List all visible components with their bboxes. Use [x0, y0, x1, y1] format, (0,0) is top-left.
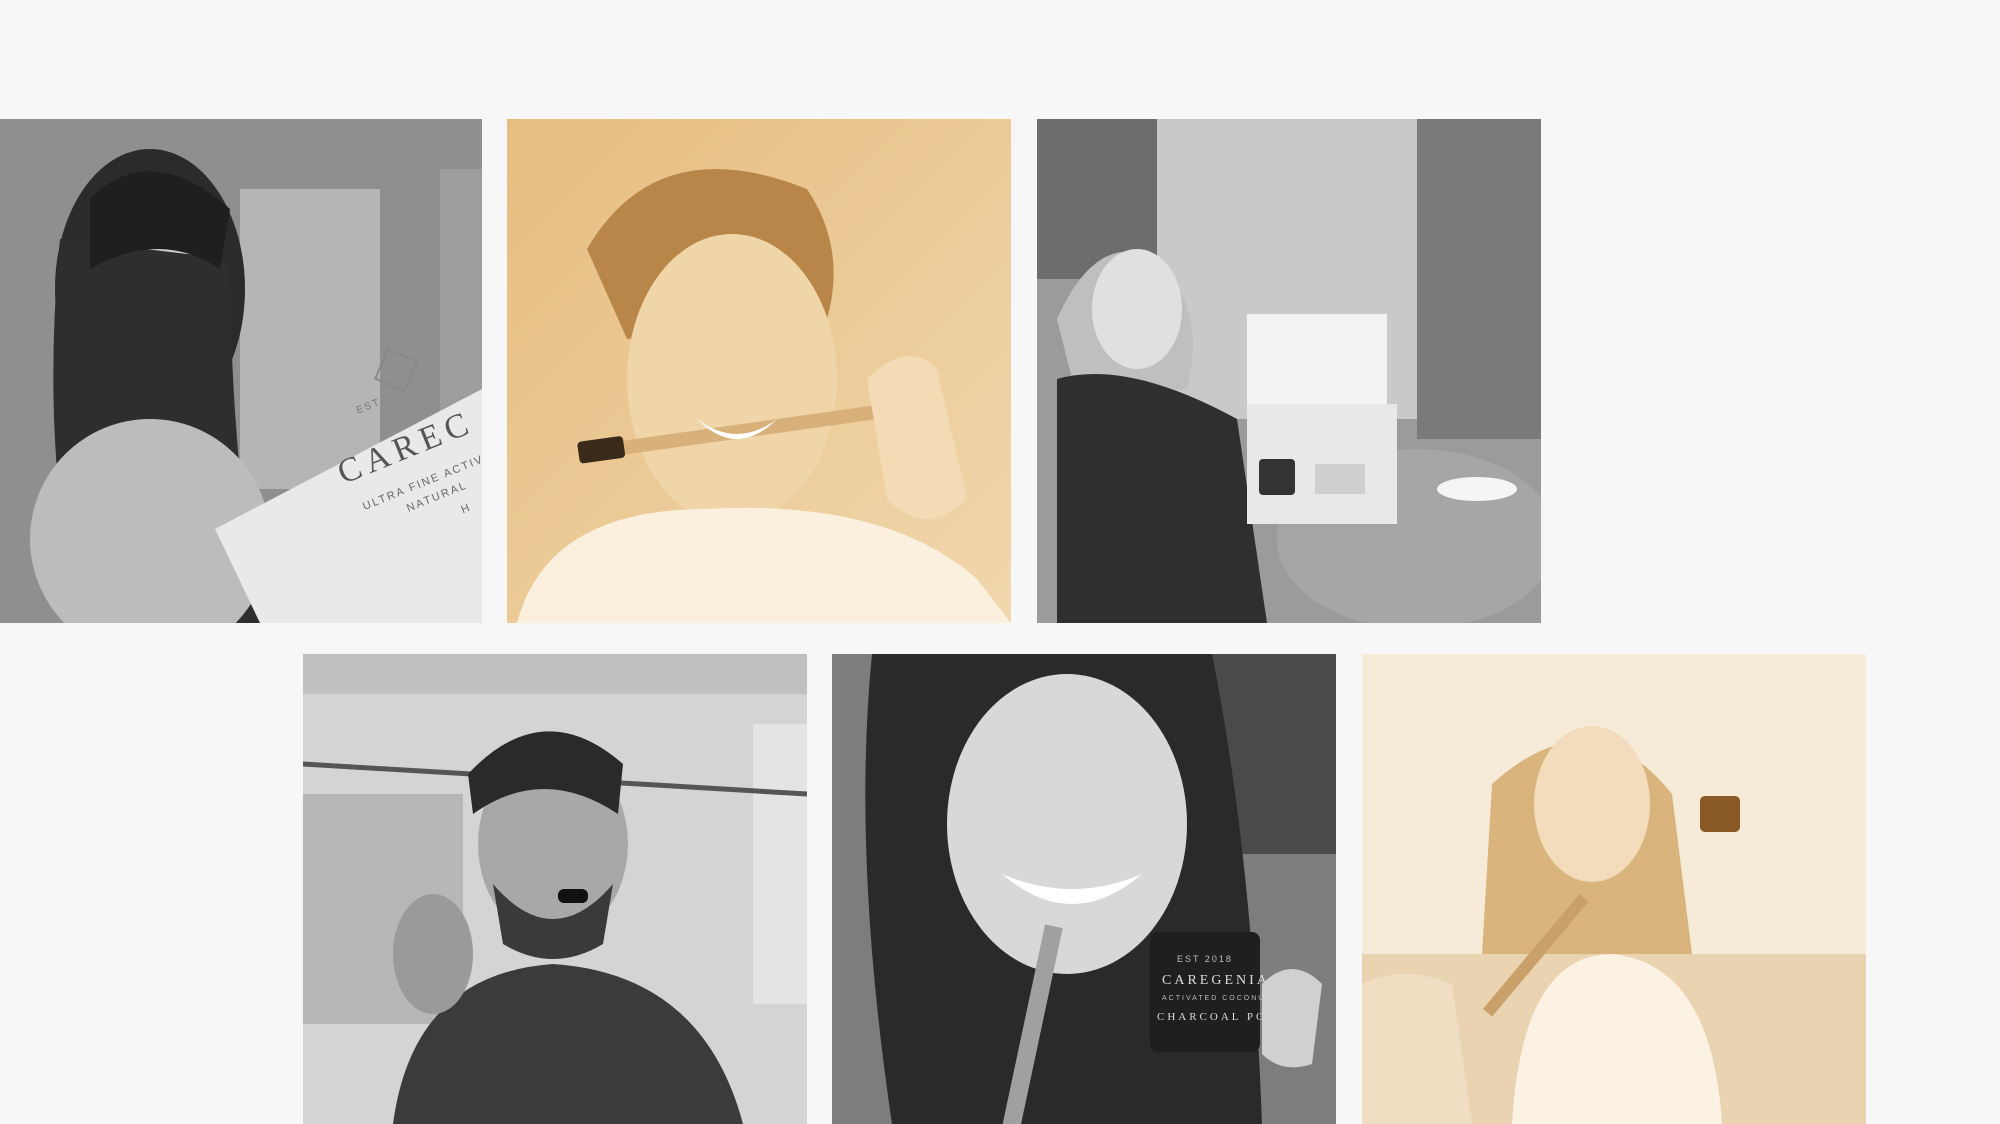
gallery-photo-man-with-toothbrush[interactable] — [507, 119, 1011, 623]
photo-gallery: EST CAREC ULTRA FINE ACTIVAT NATURAL H E… — [0, 0, 2000, 1124]
gallery-photo-woman-with-jar[interactable]: EST 2018 CAREGENIA ACTIVATED COCONUT CHA… — [832, 654, 1336, 1124]
gallery-photo-woman-sepia[interactable] — [1362, 654, 1866, 1124]
jar-brand-text: CAREGENIA — [1162, 973, 1270, 988]
jar-est-text: EST 2018 — [1177, 954, 1233, 964]
photo-man-brushing — [303, 654, 807, 1124]
gallery-photo-woman-with-box[interactable]: EST CAREC ULTRA FINE ACTIVAT NATURAL H — [0, 119, 482, 623]
photo-woman-sepia — [1362, 654, 1866, 1124]
photo-man-with-toothbrush — [507, 119, 1011, 623]
photo-woman-with-kit — [1037, 119, 1541, 623]
photo-woman-with-box: EST CAREC ULTRA FINE ACTIVAT NATURAL H — [0, 119, 482, 623]
photo-woman-with-jar: EST 2018 CAREGENIA ACTIVATED COCONUT CHA… — [832, 654, 1336, 1124]
gallery-photo-man-brushing[interactable] — [303, 654, 807, 1124]
jar-line1-text: ACTIVATED COCONUT — [1162, 995, 1272, 1002]
gallery-photo-woman-with-kit[interactable] — [1037, 119, 1541, 623]
